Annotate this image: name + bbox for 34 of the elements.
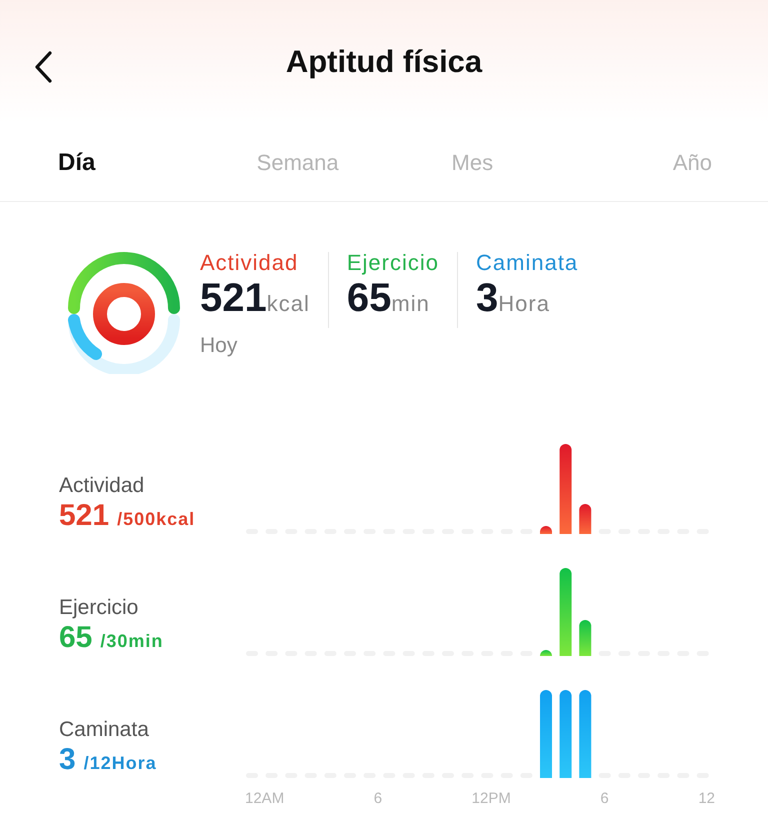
bar — [579, 504, 592, 534]
metric-value: 3 — [476, 276, 498, 320]
chart-value: 65 — [59, 620, 92, 656]
axis-label: 12AM — [245, 789, 284, 809]
tab[interactable]: Año — [582, 146, 712, 179]
metric-unit: kcal — [266, 290, 310, 318]
axis-label: 6 — [600, 789, 609, 809]
chart-label: Ejercicio — [59, 594, 140, 620]
date-label: Hoy — [200, 333, 238, 359]
bar — [540, 526, 552, 534]
bar — [540, 650, 552, 656]
page-title: Aptitud física — [286, 42, 482, 81]
axis-label: 6 — [374, 789, 382, 809]
chart-value: 521 — [59, 498, 110, 534]
metric-unit: Hora — [498, 290, 550, 318]
metric-unit: min — [391, 290, 430, 318]
axis-label: 12 — [698, 789, 715, 809]
metric-value: 65 — [346, 276, 392, 320]
chart-goal: /500kcal — [117, 508, 196, 531]
metric-label: Actividad — [200, 250, 300, 276]
axis-label: 12PM — [472, 789, 511, 809]
chart-goal: /30min — [100, 630, 164, 653]
tab[interactable]: Mes — [407, 146, 538, 179]
tab[interactable]: Semana — [232, 146, 363, 179]
activity-rings-icon — [66, 250, 182, 374]
chart-label: Caminata — [59, 716, 150, 742]
chart-label: Actividad — [59, 472, 146, 498]
chart-goal: /12Hora — [84, 752, 157, 775]
chart-value: 3 — [59, 742, 76, 778]
tab[interactable]: Día — [58, 144, 188, 180]
metric-label: Caminata — [476, 250, 578, 276]
metric-label: Ejercicio — [346, 250, 440, 276]
metric-value: 521 — [200, 276, 267, 320]
bar — [579, 620, 592, 656]
